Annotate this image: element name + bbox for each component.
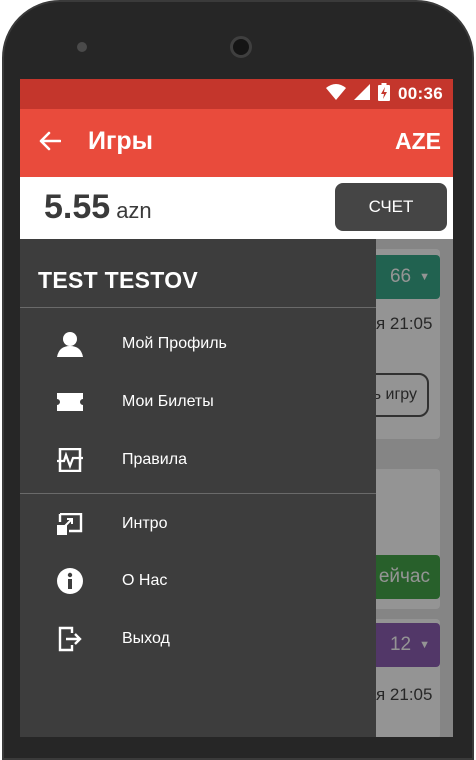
menu-item-about[interactable]: О Нас (20, 552, 376, 610)
menu-item-label: О Нас (122, 572, 168, 589)
balance-row: 5.55 azn СЧЕТ (20, 177, 453, 239)
menu-item-label: Мой Профиль (122, 335, 227, 352)
status-icons: 00:36 (326, 79, 443, 109)
signal-icon (354, 83, 371, 105)
front-camera (230, 36, 252, 58)
menu-item-profile[interactable]: Мой Профиль (20, 315, 376, 373)
drawer-divider (20, 307, 376, 308)
navigation-drawer: TEST TESTOV Мой Профиль Мои Билеты Прави… (20, 239, 376, 737)
exit-icon (56, 625, 84, 653)
balance-currency: azn (116, 198, 152, 223)
menu-item-exit[interactable]: Выход (20, 610, 376, 668)
menu-item-label: Правила (122, 451, 187, 468)
menu-item-rules[interactable]: Правила (20, 431, 376, 489)
ticket-icon (56, 388, 84, 416)
rules-icon (56, 446, 84, 474)
menu-item-label: Мои Билеты (122, 393, 214, 410)
wifi-icon (326, 83, 347, 105)
balance-display: 5.55 azn (44, 188, 152, 227)
menu-item-intro[interactable]: Интро (20, 495, 376, 553)
drawer-divider (20, 493, 376, 494)
intro-icon (56, 510, 84, 538)
menu-item-label: Интро (122, 515, 168, 532)
menu-item-tickets[interactable]: Мои Билеты (20, 373, 376, 431)
balance-amount: 5.55 (44, 188, 111, 226)
arrow-back-icon (39, 131, 62, 156)
back-button[interactable] (34, 127, 66, 159)
region-selector[interactable]: AZE (395, 128, 441, 155)
app-bar: Игры AZE (20, 109, 453, 177)
status-bar: 00:36 (20, 79, 453, 109)
sensor-dot (77, 42, 87, 52)
battery-charging-icon (378, 82, 391, 106)
menu-item-label: Выход (122, 630, 170, 647)
profile-icon (56, 330, 84, 358)
account-button[interactable]: СЧЕТ (335, 183, 447, 231)
info-icon (56, 567, 84, 595)
drawer-user-name: TEST TESTOV (38, 267, 199, 293)
page-title: Игры (88, 127, 154, 155)
screen: 00:36 Игры AZE 5.55 azn СЧЕТ 66 ▼ я 21:05… (20, 79, 453, 737)
status-time: 00:36 (398, 84, 443, 103)
